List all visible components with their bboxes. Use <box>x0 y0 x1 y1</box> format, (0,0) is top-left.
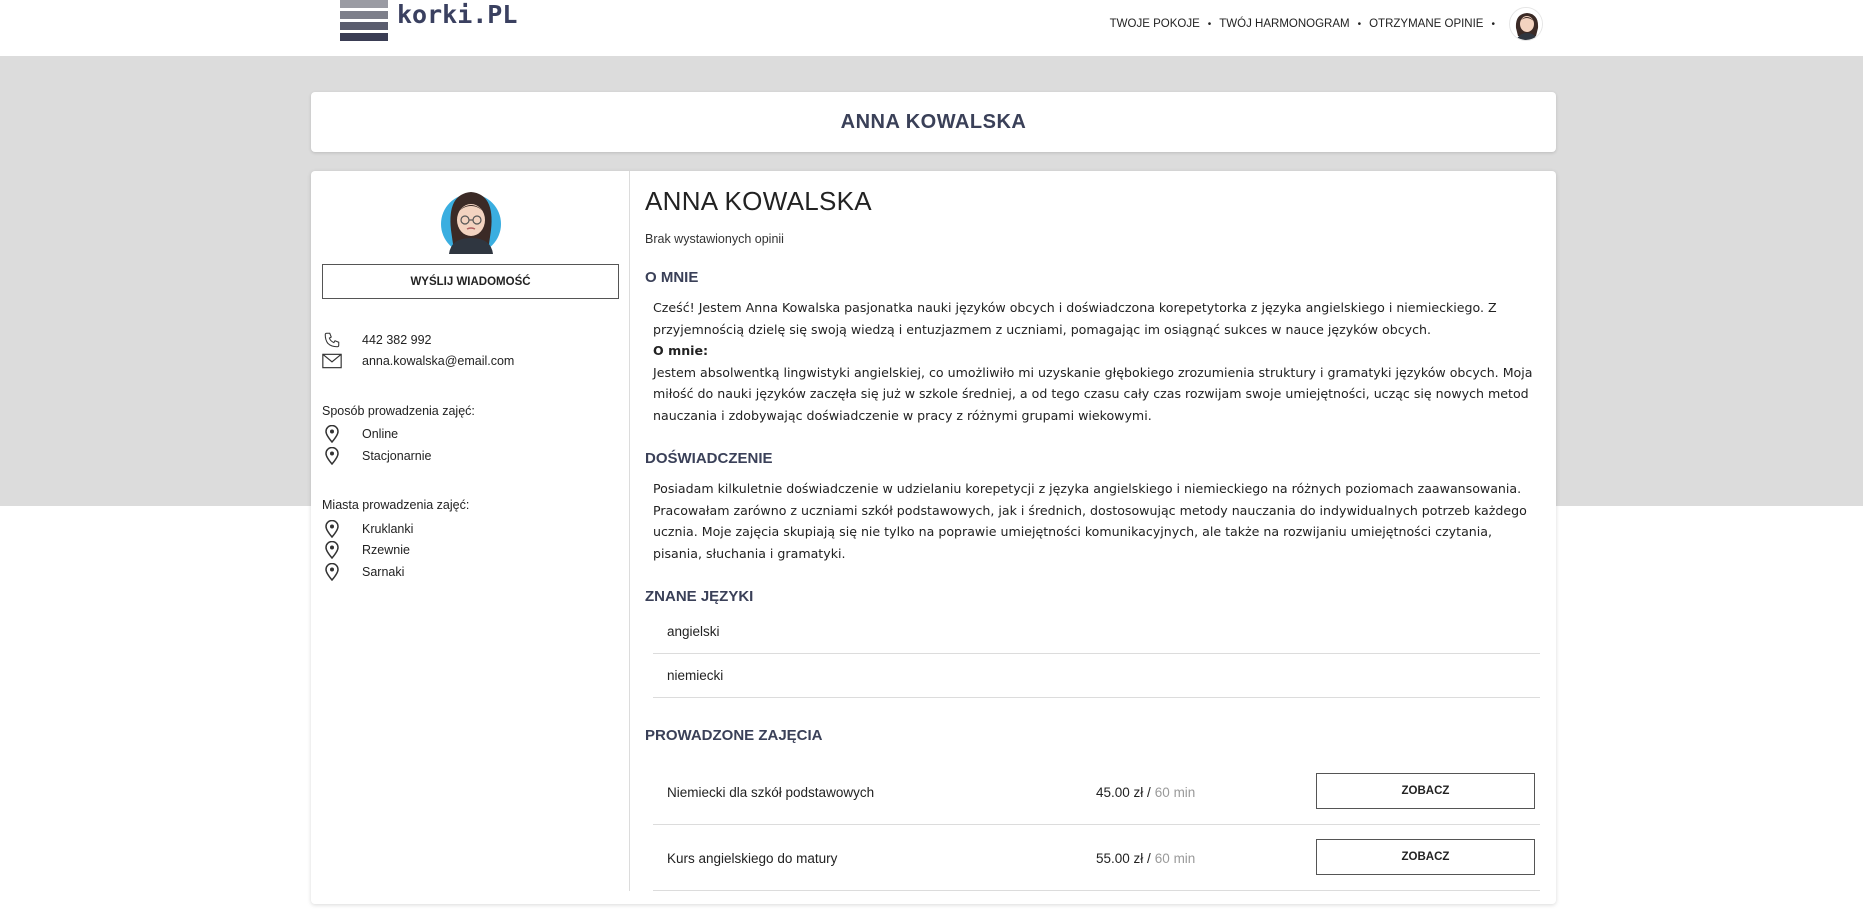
course-price: 45.00 zł / 60 min <box>1096 759 1195 825</box>
logo[interactable]: korki.PL <box>340 0 517 50</box>
profile-sidebar: WYŚLIJ WIADOMOŚĆ 442 382 992 anna.kowals… <box>311 171 630 891</box>
about-body: Jestem absolwentką lingwistyki angielski… <box>653 364 1533 423</box>
view-course-button[interactable]: ZOBACZ <box>1316 839 1535 875</box>
reviews-status: Brak wystawionych opinii <box>645 232 784 246</box>
teacher-avatar-icon <box>437 186 505 254</box>
city-item: Kruklanki <box>322 520 413 538</box>
course-name: Niemiecki dla szkół podstawowych <box>667 784 875 800</box>
nav-item-rooms[interactable]: TWOJE POKOJE <box>1110 18 1200 30</box>
city-item: Rzewnie <box>322 541 410 559</box>
profile-name: ANNA KOWALSKA <box>645 186 872 216</box>
mode-item: Stacjonarnie <box>362 449 432 463</box>
phone-row: 442 382 992 <box>322 331 432 349</box>
city-name: Rzewnie <box>362 543 410 557</box>
course-price: 55.00 zł / 60 min <box>1096 825 1195 891</box>
languages-heading: ZNANE JĘZYKI <box>645 588 754 605</box>
location-pin-icon <box>322 520 342 538</box>
location-pin-icon <box>322 541 342 559</box>
profile-details: ANNA KOWALSKA Brak wystawionych opinii O… <box>645 171 1545 891</box>
phone-number: 442 382 992 <box>362 333 432 347</box>
teaching-mode-label: Sposób prowadzenia zajęć: <box>322 404 475 418</box>
duration-value: 60 min <box>1154 850 1196 866</box>
phone-icon <box>322 331 342 349</box>
logo-text: korki.PL <box>397 0 518 29</box>
course-row: Niemiecki dla szkół podstawowych 45.00 z… <box>653 759 1540 825</box>
email-row: anna.kowalska@email.com <box>322 352 514 370</box>
mail-icon <box>322 352 342 370</box>
title-card: ANNA KOWALSKA <box>311 92 1556 152</box>
email-address[interactable]: anna.kowalska@email.com <box>362 354 514 368</box>
profile-card: WYŚLIJ WIADOMOŚĆ 442 382 992 anna.kowals… <box>311 171 1556 904</box>
about-heading: O MNIE <box>645 269 699 286</box>
send-message-button[interactable]: WYŚLIJ WIADOMOŚĆ <box>322 264 619 299</box>
price-value: 55.00 zł / <box>1096 850 1151 866</box>
language-item: niemiecki <box>653 654 1540 698</box>
top-header: korki.PL TWOJE POKOJE • TWÓJ HARMONOGRAM… <box>0 0 1863 56</box>
course-name: Kurs angielskiego do matury <box>667 850 838 866</box>
mode-stationary: Stacjonarnie <box>322 447 432 465</box>
duration-value: 60 min <box>1154 784 1196 800</box>
location-pin-icon <box>322 563 342 581</box>
mode-online: Online <box>322 425 398 443</box>
about-subheading: O mnie: <box>653 343 709 359</box>
nav-separator: • <box>1357 18 1362 30</box>
about-intro: Cześć! Jestem Anna Kowalska pasjonatka n… <box>653 300 1497 337</box>
mode-item: Online <box>362 427 399 441</box>
about-text: Cześć! Jestem Anna Kowalska pasjonatka n… <box>653 297 1543 427</box>
page-title: ANNA KOWALSKA <box>840 110 1027 133</box>
location-pin-icon <box>322 425 342 443</box>
city-name: Kruklanki <box>362 522 414 536</box>
experience-heading: DOŚWIADCZENIE <box>645 450 773 467</box>
logo-bars-icon <box>340 0 388 50</box>
nav-item-reviews[interactable]: OTRZYMANE OPINIE <box>1369 18 1483 30</box>
main-nav: TWOJE POKOJE • TWÓJ HARMONOGRAM • OTRZYM… <box>1110 0 1543 48</box>
cities-label: Miasta prowadzenia zajęć: <box>322 498 470 512</box>
view-course-button[interactable]: ZOBACZ <box>1316 773 1535 809</box>
location-pin-icon <box>322 447 342 465</box>
city-item: Sarnaki <box>322 563 404 581</box>
nav-separator: • <box>1207 18 1212 30</box>
nav-separator: • <box>1491 18 1495 30</box>
experience-text: Posiadam kilkuletnie doświadczenie w udz… <box>653 481 1527 561</box>
course-row: Kurs angielskiego do matury 55.00 zł / 6… <box>653 825 1540 891</box>
language-item: angielski <box>653 610 1540 654</box>
nav-item-schedule[interactable]: TWÓJ HARMONOGRAM <box>1219 18 1349 30</box>
courses-heading: PROWADZONE ZAJĘCIA <box>645 727 823 744</box>
user-avatar-icon[interactable] <box>1509 7 1543 41</box>
city-name: Sarnaki <box>362 565 405 579</box>
price-value: 45.00 zł / <box>1096 784 1151 800</box>
